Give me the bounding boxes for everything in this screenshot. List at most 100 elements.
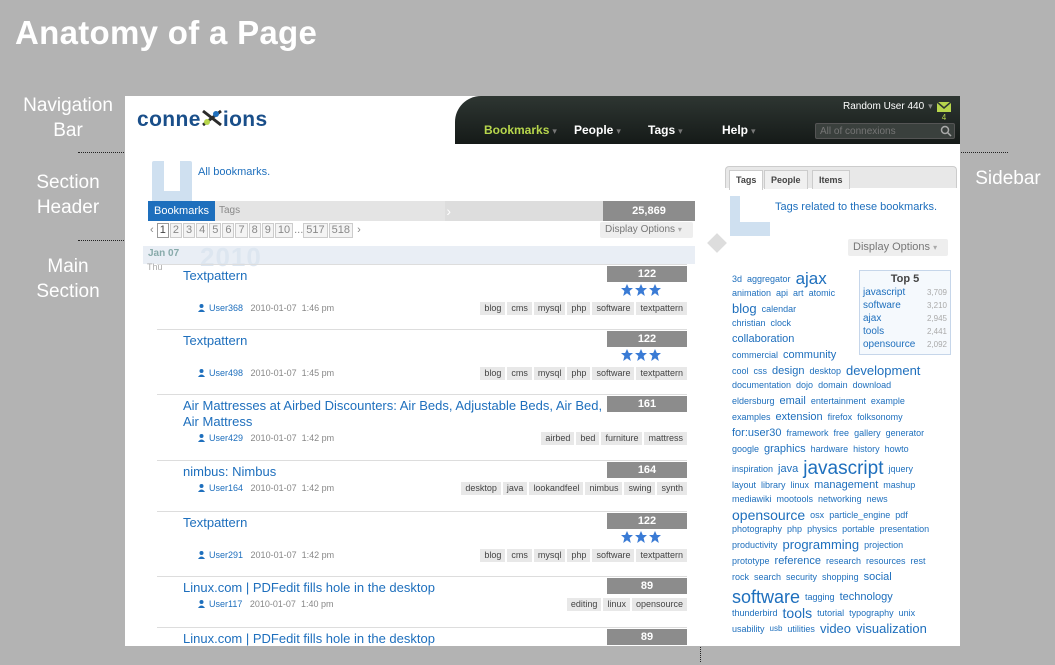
all-bookmarks-link[interactable]: All bookmarks. (198, 166, 270, 178)
tag-cloud-item[interactable]: inspiration (732, 462, 773, 476)
tag-cloud-item[interactable]: for:user30 (732, 426, 782, 440)
tag-cloud-item[interactable]: security (786, 570, 817, 584)
sidebar-tab-people[interactable]: People (764, 170, 808, 189)
tag-cloud-item[interactable]: google (732, 442, 759, 456)
sidebar-display-options-button[interactable]: Display Options ▾ (848, 239, 948, 256)
tag-cloud-item[interactable]: video (820, 622, 851, 636)
tag-cloud-item[interactable]: gallery (854, 426, 881, 440)
tag-chip[interactable]: php (567, 549, 591, 562)
tag-cloud-item[interactable]: collaboration (732, 332, 794, 346)
tag-cloud-item[interactable]: social (864, 570, 892, 584)
pagination-next[interactable]: › (357, 224, 361, 236)
tag-cloud-item[interactable]: graphics (764, 442, 806, 456)
bookmark-title[interactable]: nimbus: Nimbus (183, 464, 603, 480)
top5-row[interactable]: ajax 2,945 (863, 312, 947, 325)
pagination-page[interactable]: 5 (209, 223, 222, 238)
tag-cloud-item[interactable]: javascript (803, 459, 883, 478)
tag-chip[interactable]: blog (480, 549, 506, 562)
display-options-button[interactable]: Display Options ▾ (600, 222, 693, 238)
tag-cloud-item[interactable]: documentation (732, 378, 791, 392)
pagination-page[interactable]: 1 (156, 223, 169, 238)
tag-cloud-item[interactable]: clock (771, 316, 792, 330)
tag-cloud-item[interactable]: mashup (883, 478, 915, 492)
tag-cloud-item[interactable]: free (834, 426, 850, 440)
tag-cloud-item[interactable]: framework (787, 426, 829, 440)
tag-cloud-item[interactable]: typography (849, 606, 894, 620)
tag-cloud-item[interactable]: tutorial (817, 606, 844, 620)
top5-tag[interactable]: opensource (863, 339, 915, 350)
tag-cloud-item[interactable]: opensource (732, 508, 805, 522)
tag-chip[interactable]: textpattern (636, 549, 687, 562)
tag-cloud-item[interactable]: reference (775, 554, 821, 568)
pagination-page[interactable]: 2 (169, 223, 182, 238)
tag-cloud-item[interactable]: community (783, 348, 836, 362)
tag-chip[interactable]: cms (507, 302, 532, 315)
tag-chip[interactable]: mattress (644, 432, 687, 445)
tag-cloud-item[interactable]: shopping (822, 570, 859, 584)
tag-cloud-item[interactable]: extension (776, 410, 823, 424)
tag-cloud-item[interactable]: examples (732, 410, 771, 424)
tag-chip[interactable]: furniture (601, 432, 643, 445)
tag-cloud-item[interactable]: tools (783, 606, 813, 620)
tag-cloud-item[interactable]: desktop (809, 364, 841, 378)
bookmark-user[interactable]: User429 (209, 433, 243, 443)
tag-cloud-item[interactable]: presentation (880, 522, 930, 536)
tag-cloud-item[interactable]: development (846, 364, 920, 378)
nav-help[interactable]: Help ▾ (722, 123, 756, 137)
tag-cloud-item[interactable]: prototype (732, 554, 770, 568)
tag-cloud-item[interactable]: projection (864, 538, 903, 552)
tag-chip[interactable]: cms (507, 367, 532, 380)
top5-tag[interactable]: tools (863, 326, 884, 337)
tag-cloud-item[interactable]: jquery (888, 462, 913, 476)
tag-chip[interactable]: airbed (541, 432, 575, 445)
tag-cloud-item[interactable]: example (871, 394, 905, 408)
tag-cloud-item[interactable]: eldersburg (732, 394, 775, 408)
tag-cloud-item[interactable]: mediawiki (732, 492, 772, 506)
tag-chip[interactable]: synth (657, 482, 687, 495)
tag-cloud-item[interactable]: cool (732, 364, 749, 378)
sidebar-tab-items[interactable]: Items (812, 170, 850, 189)
tag-cloud-item[interactable]: thunderbird (732, 606, 778, 620)
tag-chip[interactable]: linux (603, 598, 630, 611)
pagination-page[interactable]: 4 (196, 223, 209, 238)
nav-bookmarks[interactable]: Bookmarks ▾ (484, 123, 557, 137)
tag-cloud-item[interactable]: tagging (805, 590, 835, 604)
tag-cloud-item[interactable]: php (787, 522, 802, 536)
tag-chip[interactable]: cms (507, 549, 532, 562)
tag-chip[interactable]: editing (566, 598, 602, 611)
tag-chip[interactable]: textpattern (636, 302, 687, 315)
nav-tags[interactable]: Tags ▾ (648, 123, 683, 137)
top5-row[interactable]: javascript 3,709 (863, 286, 947, 299)
tag-chip[interactable]: software (592, 367, 635, 380)
tag-chip[interactable]: mysql (533, 549, 566, 562)
tag-chip[interactable]: desktop (461, 482, 501, 495)
tag-chip[interactable]: java (502, 482, 528, 495)
tag-cloud-item[interactable]: rest (911, 554, 926, 568)
tag-cloud-item[interactable]: news (867, 492, 888, 506)
search-input[interactable] (815, 123, 955, 139)
pagination-page[interactable]: 10 (274, 223, 294, 238)
tag-cloud-item[interactable]: email (780, 394, 806, 408)
tag-cloud-item[interactable]: mootools (777, 492, 814, 506)
tab-bookmarks[interactable]: Bookmarks (148, 201, 215, 221)
tag-cloud-item[interactable]: animation (732, 286, 771, 300)
tag-cloud-item[interactable]: api (776, 286, 788, 300)
tag-cloud-item[interactable]: photography (732, 522, 782, 536)
tag-cloud-item[interactable]: programming (783, 538, 860, 552)
tag-cloud-item[interactable]: usb (770, 622, 783, 636)
tag-chip[interactable]: lookandfeel (529, 482, 584, 495)
tag-cloud-item[interactable]: folksonomy (857, 410, 903, 424)
tag-chip[interactable]: nimbus (585, 482, 623, 495)
tag-cloud-item[interactable]: atomic (809, 286, 836, 300)
bookmark-user[interactable]: User117 (209, 599, 242, 609)
bookmark-user[interactable]: User291 (209, 550, 243, 560)
tag-cloud-item[interactable]: rock (732, 570, 749, 584)
search-icon[interactable] (939, 124, 953, 138)
tag-chip[interactable]: php (567, 367, 591, 380)
tag-cloud-item[interactable]: pdf (895, 508, 908, 522)
tag-cloud-item[interactable]: domain (818, 378, 848, 392)
tag-cloud-item[interactable]: visualization (856, 622, 927, 636)
tag-cloud-item[interactable]: download (853, 378, 892, 392)
tag-cloud-item[interactable]: calendar (762, 302, 797, 316)
bookmark-title[interactable]: Textpattern (183, 268, 603, 284)
